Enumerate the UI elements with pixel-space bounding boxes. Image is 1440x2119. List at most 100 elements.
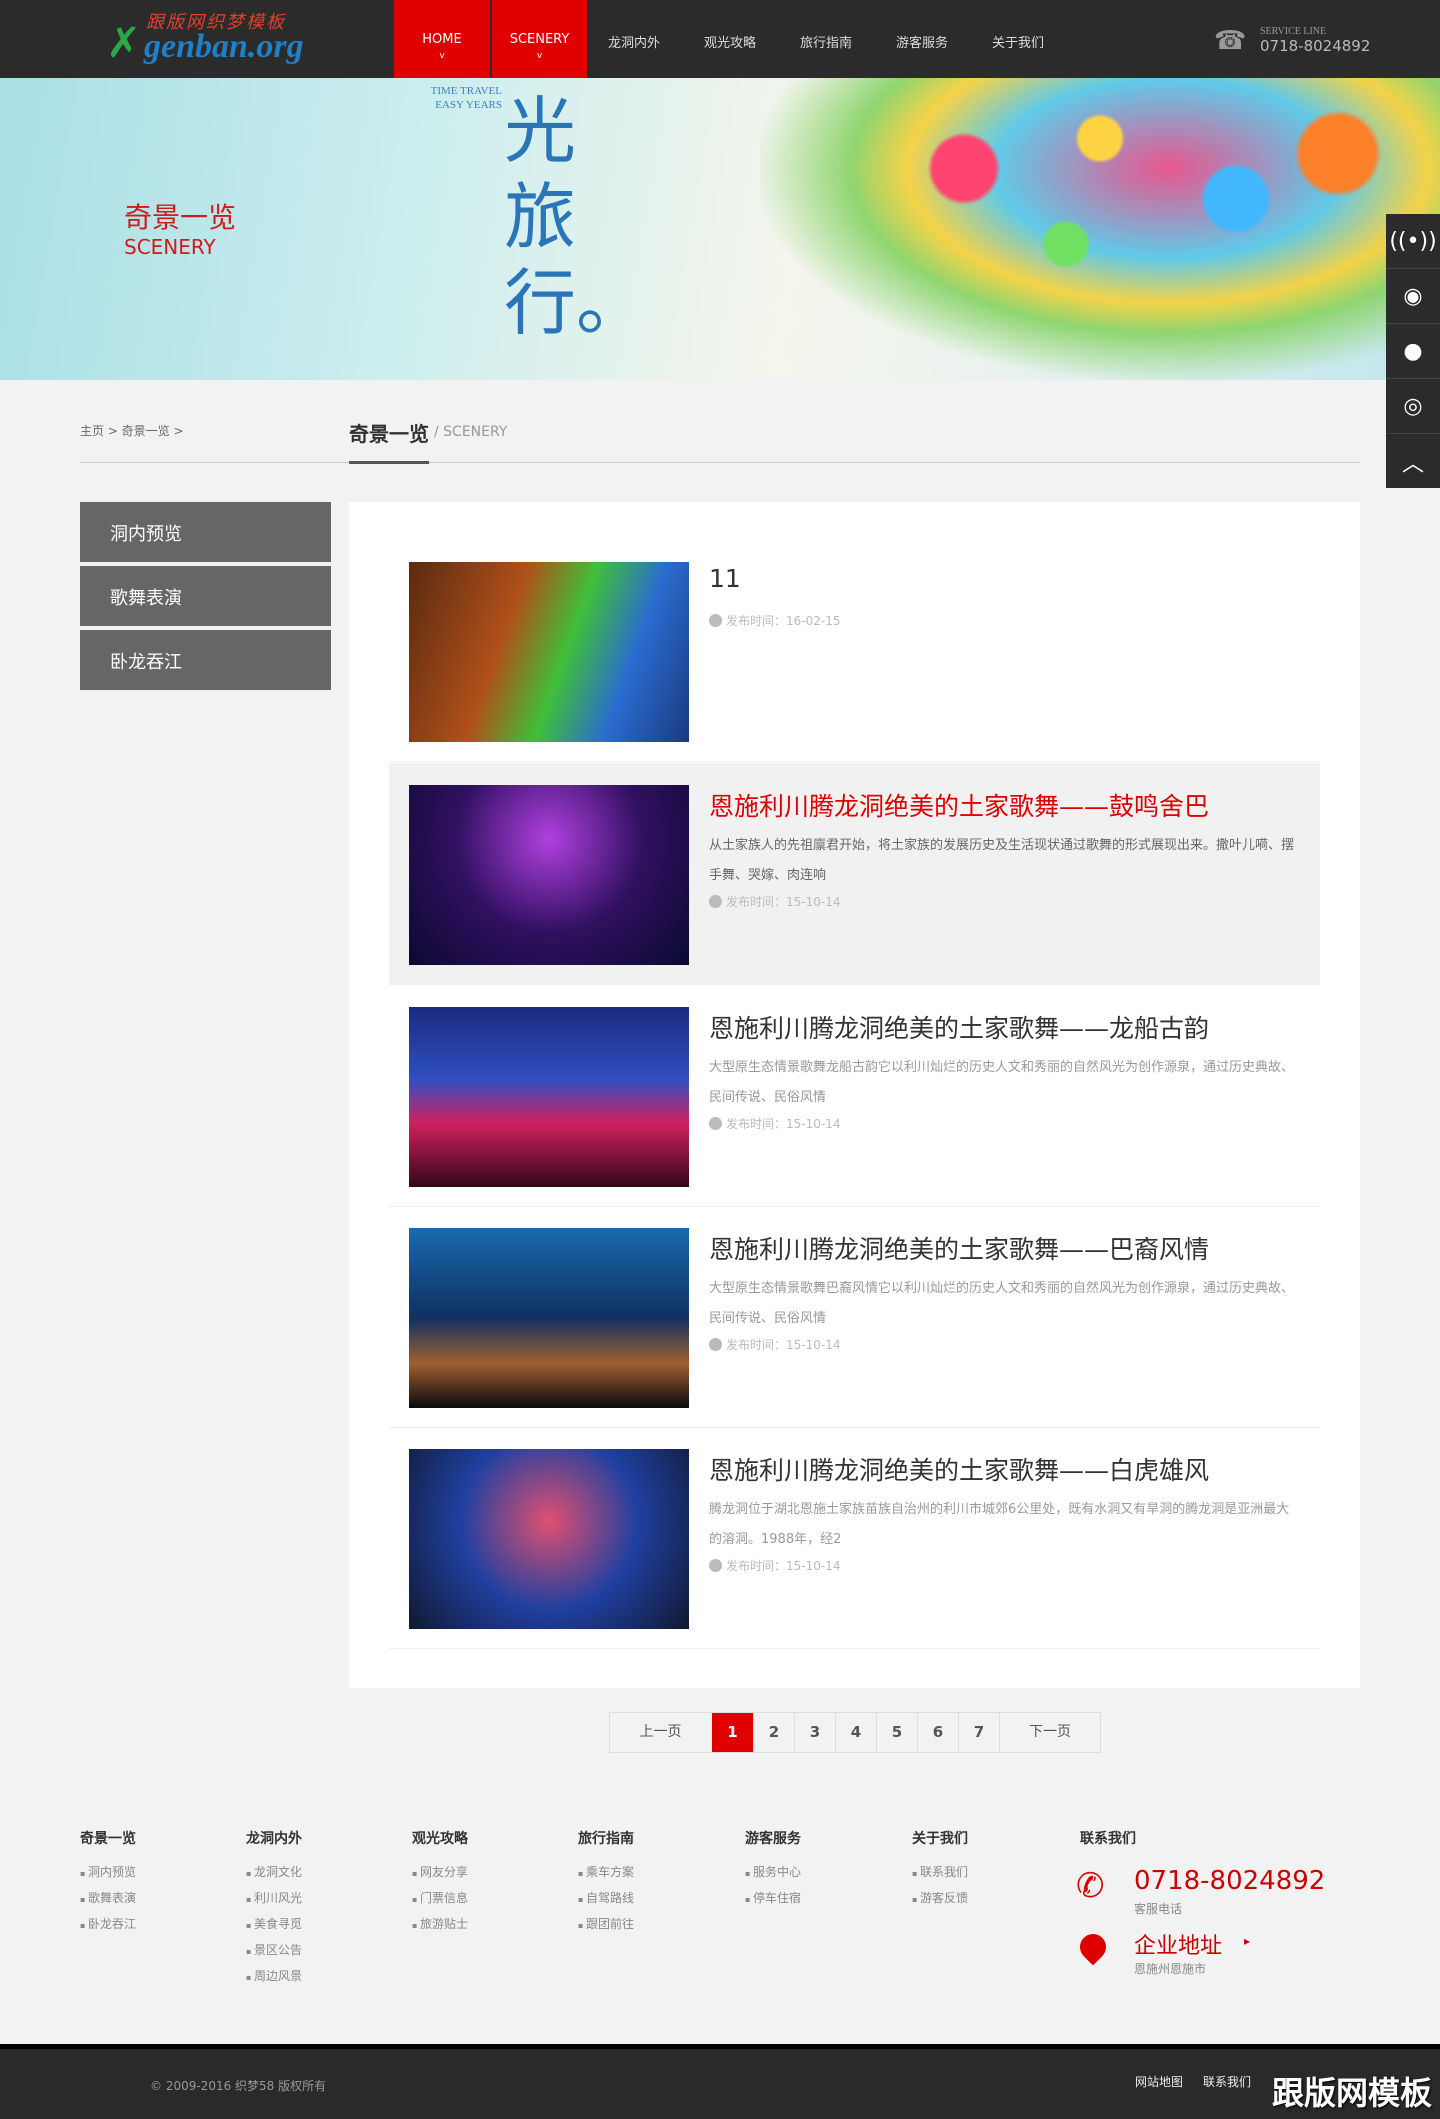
- nav-travel[interactable]: 旅行指南: [778, 0, 874, 78]
- item-thumbnail[interactable]: [409, 1007, 689, 1187]
- footer-link[interactable]: 游客反馈: [912, 1886, 968, 1912]
- nav-about[interactable]: 关于我们: [970, 0, 1066, 78]
- footer-col-title: 关于我们: [912, 1828, 968, 1848]
- footer-phone[interactable]: 0718-8024892: [1134, 1866, 1325, 1896]
- page-2-button[interactable]: 2: [753, 1713, 794, 1752]
- footer-contact: 联系我们: [1080, 1828, 1136, 1860]
- footer-link[interactable]: 跟团前往: [578, 1912, 634, 1938]
- footer-col-title: 游客服务: [745, 1828, 801, 1848]
- list-item[interactable]: 11 发布时间：16-02-15: [389, 540, 1320, 762]
- date-text: 发布时间：15-10-14: [726, 1559, 840, 1573]
- broadcast-icon[interactable]: ((•)): [1386, 214, 1440, 269]
- location-icon[interactable]: ◉: [1386, 269, 1440, 324]
- nav-cave[interactable]: 龙洞内外: [586, 0, 682, 78]
- qq-icon[interactable]: ●: [1386, 324, 1440, 379]
- footer-col-title: 观光攻略: [412, 1828, 468, 1848]
- item-title[interactable]: 11: [709, 564, 741, 593]
- item-title[interactable]: 恩施利川腾龙洞绝美的土家歌舞——白虎雄风: [709, 1451, 1209, 1487]
- divider: [80, 462, 1360, 463]
- page-1-button[interactable]: 1: [712, 1713, 753, 1752]
- item-title[interactable]: 恩施利川腾龙洞绝美的土家歌舞——鼓鸣舍巴: [709, 787, 1209, 823]
- banner-big-text: 光旅行。: [504, 88, 594, 346]
- service-label: SERVICE LINE: [1260, 26, 1326, 37]
- banner-tagline: TIME TRAVEL EASY YEARS: [410, 84, 502, 112]
- chevron-down-icon: v: [492, 51, 587, 61]
- footer-address-title[interactable]: 企业地址: [1134, 1928, 1222, 1960]
- page-6-button[interactable]: 6: [917, 1713, 958, 1752]
- nav-service[interactable]: 游客服务: [874, 0, 970, 78]
- footer-link-contact[interactable]: 联系我们: [1203, 2073, 1251, 2090]
- item-thumbnail[interactable]: [409, 1449, 689, 1629]
- page-4-button[interactable]: 4: [835, 1713, 876, 1752]
- date-text: 发布时间：16-02-15: [726, 614, 840, 628]
- logo-en: genban.org: [144, 28, 304, 66]
- footer-link[interactable]: 周边风景: [246, 1964, 302, 1990]
- footer-link[interactable]: 停车住宿: [745, 1886, 801, 1912]
- item-date: 发布时间：15-10-14: [709, 893, 840, 910]
- footer-link[interactable]: 龙洞文化: [246, 1860, 302, 1886]
- nav-guide[interactable]: 观光攻略: [682, 0, 778, 78]
- footer-link[interactable]: 歌舞表演: [80, 1886, 136, 1912]
- clock-icon: [709, 1559, 722, 1572]
- copyright: © 2009-2016 织梦58 版权所有: [150, 2077, 326, 2094]
- item-date: 发布时间：15-10-14: [709, 1557, 840, 1574]
- title-underline: [349, 461, 429, 464]
- caret-right-icon: ▸: [1244, 1934, 1250, 1948]
- footer-link[interactable]: 洞内预览: [80, 1860, 136, 1886]
- clock-icon: [709, 1117, 722, 1130]
- footer-link[interactable]: 卧龙吞江: [80, 1912, 136, 1938]
- page-3-button[interactable]: 3: [794, 1713, 835, 1752]
- page-5-button[interactable]: 5: [876, 1713, 917, 1752]
- date-text: 发布时间：15-10-14: [726, 1117, 840, 1131]
- footer-link[interactable]: 美食寻觅: [246, 1912, 302, 1938]
- list-item[interactable]: 恩施利川腾龙洞绝美的土家歌舞——鼓鸣舍巴 从土家族人的先祖廪君开始，将土家族的发…: [389, 763, 1320, 985]
- list-item[interactable]: 恩施利川腾龙洞绝美的土家歌舞——白虎雄风 腾龙洞位于湖北恩施土家族苗族自治州的利…: [389, 1427, 1320, 1649]
- footer-link[interactable]: 景区公告: [246, 1938, 302, 1964]
- footer-link[interactable]: 乘车方案: [578, 1860, 634, 1886]
- footer-link[interactable]: 联系我们: [912, 1860, 968, 1886]
- page-7-button[interactable]: 7: [958, 1713, 999, 1752]
- date-text: 发布时间：15-10-14: [726, 1338, 840, 1352]
- footer-col-title: 旅行指南: [578, 1828, 634, 1848]
- clock-icon: [709, 1338, 722, 1351]
- footer-link[interactable]: 网友分享: [412, 1860, 468, 1886]
- item-thumbnail[interactable]: [409, 1228, 689, 1408]
- footer-link[interactable]: 服务中心: [745, 1860, 801, 1886]
- date-text: 发布时间：15-10-14: [726, 895, 840, 909]
- prev-page-button[interactable]: 上一页: [610, 1713, 711, 1752]
- item-thumbnail[interactable]: [409, 785, 689, 965]
- back-to-top-icon[interactable]: ︿: [1386, 434, 1440, 489]
- footer-link[interactable]: 门票信息: [412, 1886, 468, 1912]
- footer-col: 游客服务服务中心停车住宿: [745, 1828, 801, 1912]
- clock-icon: [709, 895, 722, 908]
- next-page-button[interactable]: 下一页: [999, 1713, 1100, 1752]
- list-item[interactable]: 恩施利川腾龙洞绝美的土家歌舞——巴裔风情 大型原生态情景歌舞巴裔风情它以利川灿烂…: [389, 1206, 1320, 1428]
- logo[interactable]: ✗ 跟版网织梦模板 genban.org: [106, 8, 306, 68]
- watermark: 跟版网模板: [1272, 2068, 1432, 2114]
- sidebar-item-dragon-river[interactable]: 卧龙吞江: [80, 630, 331, 690]
- footer-col-title: 联系我们: [1080, 1828, 1136, 1848]
- footer-col: 奇景一览洞内预览歌舞表演卧龙吞江: [80, 1828, 136, 1938]
- footer-link-sitemap[interactable]: 网站地图: [1135, 2073, 1183, 2090]
- footer-col-title: 龙洞内外: [246, 1828, 302, 1848]
- page-title-en: / SCENERY: [434, 424, 507, 440]
- weibo-icon[interactable]: ◎: [1386, 379, 1440, 434]
- balloons-image: [760, 78, 1440, 380]
- service-line: ☎ SERVICE LINE 0718-8024892: [1214, 24, 1374, 58]
- nav-home[interactable]: HOMEv: [394, 0, 490, 78]
- nav-label: SCENERY: [510, 32, 570, 47]
- item-title[interactable]: 恩施利川腾龙洞绝美的土家歌舞——龙船古韵: [709, 1009, 1209, 1045]
- list-item[interactable]: 恩施利川腾龙洞绝美的土家歌舞——龙船古韵 大型原生态情景歌舞龙船古韵它以利川灿烂…: [389, 985, 1320, 1207]
- sidebar-item-song-dance[interactable]: 歌舞表演: [80, 566, 331, 626]
- footer-link[interactable]: 自驾路线: [578, 1886, 634, 1912]
- item-title[interactable]: 恩施利川腾龙洞绝美的土家歌舞——巴裔风情: [709, 1230, 1209, 1266]
- nav-scenery[interactable]: SCENERY v: [491, 0, 587, 78]
- item-date: 发布时间：16-02-15: [709, 612, 840, 629]
- banner-title: 奇景一览: [124, 196, 236, 236]
- sidebar-item-cave-preview[interactable]: 洞内预览: [80, 502, 331, 562]
- breadcrumb[interactable]: 主页 > 奇景一览 >: [80, 422, 184, 439]
- footer-link[interactable]: 利川风光: [246, 1886, 302, 1912]
- item-thumbnail[interactable]: [409, 562, 689, 742]
- runner-icon: ✗: [106, 18, 141, 67]
- footer-link[interactable]: 旅游贴士: [412, 1912, 468, 1938]
